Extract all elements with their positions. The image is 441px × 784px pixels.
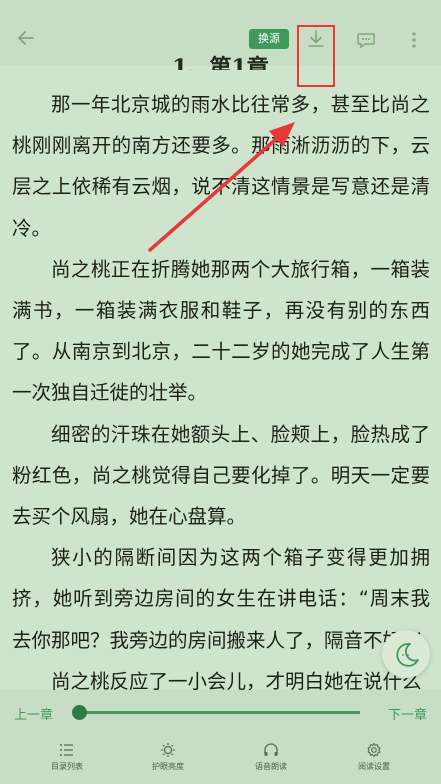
nav-item-settings[interactable]: 阅读设置 (334, 742, 414, 772)
paragraph: 尚之桃正在折腾她那两个大旅行箱，一箱装满书，一箱装满衣服和鞋子，再没有别的东西了… (12, 257, 430, 405)
night-mode-button[interactable] (382, 630, 430, 678)
brightness-icon (161, 743, 175, 757)
gear-icon (367, 742, 381, 758)
headphones-icon (264, 743, 278, 756)
next-chapter-button[interactable]: 下一章 (388, 704, 427, 723)
chapter-title: 1、第1章 (172, 55, 269, 70)
nav-label: 语音朗读 (255, 762, 287, 771)
moon-icon (396, 643, 419, 667)
back-arrow-icon[interactable] (14, 26, 38, 50)
paragraph: 那一年北京城的雨水比往常多，甚至比尚之桃刚刚离开的南方还要多。那雨淅沥沥的下，云… (12, 93, 430, 240)
paragraph: 细密的汗珠在她额头上、脸颊上，脸热成了粉红色，尚之桃觉得自己要化掉了。明天一定要… (12, 422, 430, 529)
bottom-panel: 上一章 下一章 目录列表 护眼亮度 语音朗读 阅读设置 (0, 690, 441, 784)
nav-label: 目录列表 (51, 762, 83, 771)
nav-label: 护眼亮度 (152, 762, 184, 771)
download-icon[interactable] (305, 28, 327, 50)
paragraph: 狭小的隔断间因为这两个箱子变得更加拥挤，她听到旁边房间的女生在讲电话：“周末我去… (12, 546, 430, 652)
slider-thumb[interactable] (72, 705, 87, 720)
list-icon (60, 744, 73, 756)
chapter-content: 那一年北京城的雨水比往常多，甚至比尚之桃刚刚离开的南方还要多。那雨淅沥沥的下，云… (12, 84, 430, 702)
nav-item-tts[interactable]: 语音朗读 (231, 742, 311, 772)
progress-slider[interactable] (78, 711, 360, 714)
change-source-button[interactable]: 换源 (249, 29, 289, 49)
prev-chapter-button[interactable]: 上一章 (14, 704, 53, 723)
nav-item-toc[interactable]: 目录列表 (27, 742, 107, 772)
nav-item-brightness[interactable]: 护眼亮度 (128, 742, 208, 772)
nav-label: 阅读设置 (358, 762, 390, 771)
